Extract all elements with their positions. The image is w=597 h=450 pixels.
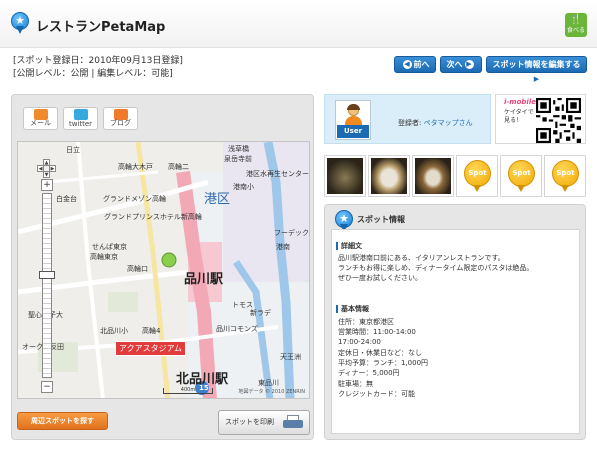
info-title: スポット情報 (357, 215, 405, 224)
zoom-handle[interactable] (39, 271, 55, 279)
chevron-right-icon: ▶ (464, 60, 474, 69)
spot-info-panel: ★ スポット情報 詳細文 品川駅港南口前にある、イタリアンレストランです。 ラン… (324, 204, 586, 440)
spot-photo[interactable] (412, 155, 454, 197)
printer-icon (283, 415, 303, 430)
spot-photo[interactable] (324, 155, 366, 197)
detail-heading: 詳細文 (336, 242, 362, 250)
spot-meta: [スポット登録日：2010年09月13日登録] [公開レベル：公開 | 編集レベ… (13, 55, 183, 81)
photo-strip: Spot Spot Spot (324, 155, 586, 197)
twitter-bird-icon (74, 109, 88, 120)
app-title: レストランPetaMap (36, 20, 166, 35)
spot-pin-icon: Spot (552, 160, 579, 187)
category-badge[interactable]: 🍴 食べる (565, 13, 587, 37)
spot-placeholder[interactable]: Spot (456, 155, 498, 197)
qr-code-icon (536, 98, 581, 143)
map-roads (18, 142, 309, 398)
share-blog-button[interactable]: ブログ (103, 107, 138, 130)
registrant-line: 登録者: ペタマップさん (398, 119, 473, 127)
chevron-right-icon: ▶ (532, 75, 541, 84)
search-nearby-button[interactable]: 周辺スポットを探す (17, 412, 108, 430)
edit-spot-button[interactable]: スポット情報を編集する▶ (486, 56, 587, 84)
spot-photo[interactable] (368, 155, 410, 197)
spot-pin-icon: Spot (464, 160, 491, 187)
spot-placeholder[interactable]: Spot (544, 155, 586, 197)
map-pin-icon: ★ (10, 12, 30, 34)
pan-down-icon[interactable]: ▼ (43, 171, 50, 178)
share-mail-button[interactable]: メール (23, 107, 58, 130)
print-spot-button[interactable]: スポットを印刷 (218, 410, 310, 435)
mobile-logo: i-mobile (504, 98, 536, 106)
map-scale: 400m (163, 388, 213, 394)
fork-knife-icon: 🍴 (569, 14, 583, 25)
avatar[interactable]: User (335, 100, 371, 140)
pan-right-icon[interactable]: ▶ (49, 165, 56, 172)
prev-button[interactable]: ◀ 前へ (394, 56, 436, 73)
registrant-link[interactable]: ペタマップさん (424, 119, 473, 127)
level-info: [公開レベル：公開 | 編集レベル：可能] (13, 69, 173, 79)
mobile-box: i-mobile ケイタイで 見る！ (495, 94, 586, 144)
aqua-stadium-tag[interactable]: アクアスタジアム (115, 341, 187, 356)
zoom-out-icon[interactable]: − (41, 381, 53, 393)
basic-heading: 基本情報 (336, 305, 369, 313)
next-button[interactable]: 次へ ▶ (440, 56, 482, 73)
map-panel: メール twitter ブログ 日立 浅草橋 泉岳寺前 高輪大木戸 高輪二 港区… (11, 94, 314, 440)
chevron-left-icon: ◀ (402, 60, 412, 69)
zoom-control[interactable]: ▲ ◀ ▶ ▼ + − (37, 159, 57, 398)
map-view[interactable]: 日立 浅草橋 泉岳寺前 高輪大木戸 高輪二 港区 港南小 港区水再生センター グ… (17, 141, 310, 399)
pan-control[interactable]: ▲ ◀ ▶ ▼ (37, 159, 57, 179)
spot-pin-icon: Spot (508, 160, 535, 187)
spot-placeholder[interactable]: Spot (500, 155, 542, 197)
share-twitter-button[interactable]: twitter (63, 107, 98, 130)
info-content: 詳細文 品川駅港南口前にある、イタリアンレストランです。 ランチもお得に楽しめ、… (331, 229, 580, 434)
zoom-slider[interactable] (42, 193, 52, 378)
header-bar: ★ レストランPetaMap 🍴 食べる (0, 0, 597, 48)
zoom-in-icon[interactable]: + (41, 179, 53, 191)
registered-date: [スポット登録日：2010年09月13日登録] (13, 56, 183, 66)
registrant-box: User 登録者: ペタマップさん (324, 94, 491, 144)
map-copyright: 地図データ © 2010 ZENRIN (238, 389, 305, 395)
